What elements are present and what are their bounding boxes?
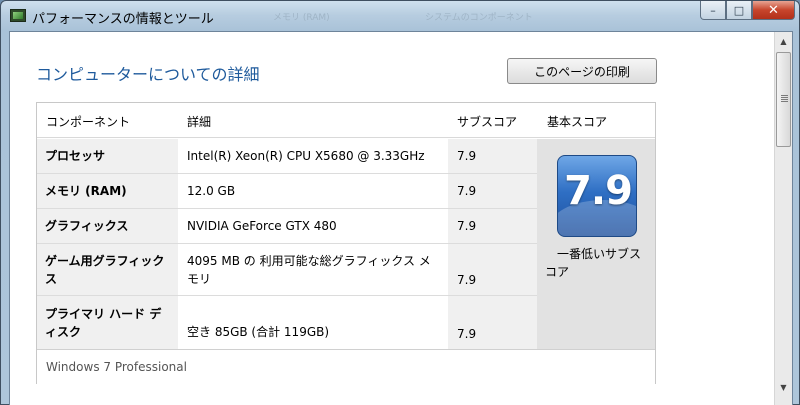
- row-subscore: 7.9: [448, 244, 537, 295]
- maximize-icon: □: [733, 3, 745, 17]
- page-heading: コンピューターについての詳細: [36, 65, 260, 84]
- window-frame: パフォーマンスの情報とツール メモリ (RAM) システムのコンポーネント – …: [0, 0, 800, 405]
- os-edition-row: Windows 7 Professional: [37, 349, 655, 384]
- header-component: コンポーネント: [46, 115, 131, 129]
- table-row: グラフィックス NVIDIA GeForce GTX 480 7.9: [37, 209, 537, 243]
- row-detail: Intel(R) Xeon(R) CPU X5680 @ 3.33GHz: [178, 139, 448, 173]
- row-component: ゲーム用グラフィックス: [37, 244, 178, 295]
- grip-icon: [781, 95, 788, 96]
- scroll-up-button[interactable]: ▲: [775, 33, 792, 50]
- row-detail: 4095 MB の 利用可能な総グラフィックス メモリ: [178, 244, 448, 295]
- app-icon: [10, 9, 26, 22]
- row-component: プロセッサ: [37, 139, 178, 173]
- chevron-up-icon: ▲: [780, 37, 787, 46]
- row-detail: NVIDIA GeForce GTX 480: [178, 209, 448, 243]
- minimize-button[interactable]: –: [700, 1, 726, 20]
- table-header: コンポーネント 詳細 サブスコア 基本スコア: [37, 103, 655, 138]
- row-detail: 12.0 GB: [178, 174, 448, 208]
- scroll-down-button[interactable]: ▼: [775, 379, 792, 396]
- base-score-value: 7.9: [564, 168, 633, 214]
- maximize-button[interactable]: □: [726, 1, 752, 20]
- caption-buttons: – □ ✕: [700, 1, 795, 21]
- scroll-thumb[interactable]: [776, 52, 791, 147]
- ghost-title-2: システムのコンポーネント: [425, 13, 533, 23]
- table-row: ゲーム用グラフィックス 4095 MB の 利用可能な総グラフィックス メモリ …: [37, 244, 537, 295]
- row-subscore: 7.9: [448, 139, 537, 173]
- base-score-caption: 一番低いサブスコア: [545, 247, 642, 279]
- base-score-badge: 7.9: [557, 155, 637, 237]
- window-title: パフォーマンスの情報とツール: [32, 12, 214, 27]
- print-page-button[interactable]: このページの印刷: [507, 58, 657, 84]
- row-subscore: 7.9: [448, 209, 537, 243]
- row-component: グラフィックス: [37, 209, 178, 243]
- table-row: メモリ (RAM) 12.0 GB 7.9: [37, 174, 537, 208]
- close-button[interactable]: ✕: [752, 1, 795, 20]
- title-bar[interactable]: パフォーマンスの情報とツール メモリ (RAM) システムのコンポーネント – …: [1, 1, 800, 31]
- header-detail: 詳細: [187, 115, 212, 129]
- row-subscore: 7.9: [448, 296, 537, 349]
- os-edition: Windows 7 Professional: [46, 360, 187, 374]
- row-component: プライマリ ハード ディスク: [37, 296, 178, 349]
- table-row: プライマリ ハード ディスク 空き 85GB (合計 119GB) 7.9: [37, 296, 537, 349]
- row-detail: 空き 85GB (合計 119GB): [178, 296, 448, 349]
- ghost-title-1: メモリ (RAM): [273, 13, 330, 23]
- base-score-column: 7.9 一番低いサブスコア: [537, 139, 655, 349]
- chevron-down-icon: ▼: [780, 383, 787, 392]
- row-subscore: 7.9: [448, 174, 537, 208]
- table-row: プロセッサ Intel(R) Xeon(R) CPU X5680 @ 3.33G…: [37, 139, 537, 173]
- minimize-icon: –: [710, 3, 716, 17]
- close-icon: ✕: [768, 2, 779, 18]
- score-table: コンポーネント 詳細 サブスコア 基本スコア プロセッサ Intel(R) Xe…: [36, 102, 656, 384]
- row-component: メモリ (RAM): [37, 174, 178, 208]
- client-area: コンピューターについての詳細 このページの印刷 コンポーネント 詳細 サブスコア…: [9, 31, 793, 405]
- header-subscore: サブスコア: [457, 115, 518, 129]
- vertical-scrollbar[interactable]: ▲ ▼: [774, 32, 792, 405]
- header-basescore: 基本スコア: [547, 115, 608, 129]
